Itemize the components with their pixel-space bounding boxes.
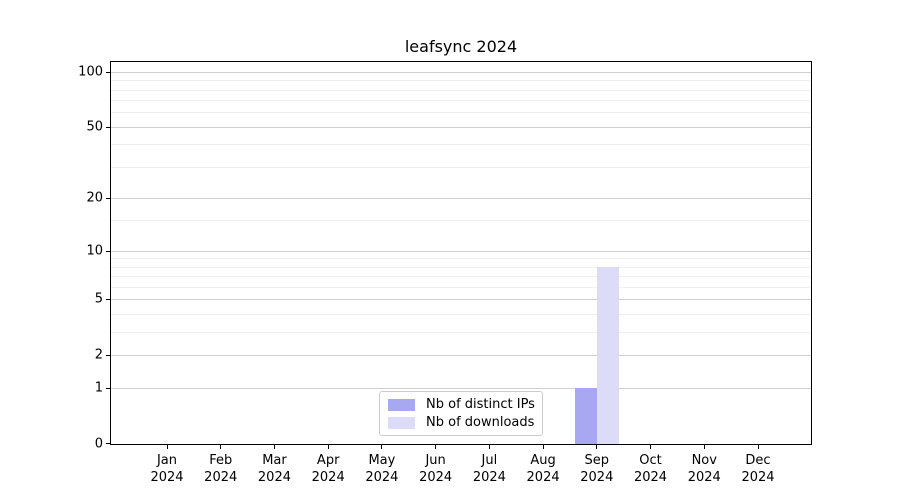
y-tick (106, 251, 110, 252)
legend-item-distinct-ips: Nb of distinct IPs (388, 397, 534, 412)
x-tick-label: Jul2024 (461, 452, 517, 486)
chart: leafsync 2024 0 1 2 5 10 20 50 100 Jan2024Feb20… (0, 0, 900, 500)
y-tick (106, 443, 110, 444)
bar-nb-of-downloads-sep (597, 267, 619, 444)
gridline-minor (111, 112, 811, 113)
gridline-minor (111, 100, 811, 101)
legend: Nb of distinct IPs Nb of downloads (379, 391, 543, 436)
y-tick-label: 50 (0, 120, 103, 133)
x-tick-label: Jun2024 (408, 452, 464, 486)
y-tick (106, 127, 110, 128)
y-tick-label: 20 (0, 192, 103, 205)
y-tick (106, 72, 110, 73)
bar-nb-of-distinct-ips-sep (575, 388, 597, 444)
x-axis-labels: Jan2024Feb2024Mar2024Apr2024May2024Jun20… (111, 452, 811, 492)
x-tick (489, 445, 490, 449)
x-tick (328, 445, 329, 449)
legend-label-downloads: Nb of downloads (426, 415, 534, 430)
x-tick (435, 445, 436, 449)
x-tick (381, 445, 382, 449)
x-tick-label: Jan2024 (139, 452, 195, 486)
y-tick (106, 388, 110, 389)
x-tick (596, 445, 597, 449)
x-tick (758, 445, 759, 449)
gridline-major (111, 72, 811, 73)
x-tick-label: Apr2024 (300, 452, 356, 486)
x-tick (704, 445, 705, 449)
gridline-minor (111, 90, 811, 91)
gridline-minor (111, 167, 811, 168)
gridline-minor (111, 287, 811, 288)
y-axis-labels: 0125102050100 (0, 62, 103, 444)
gridline-minor (111, 258, 811, 259)
plot-area (110, 61, 812, 445)
y-tick-label: 100 (0, 65, 103, 78)
x-tick (167, 445, 168, 449)
x-tick (650, 445, 651, 449)
gridline-major (111, 251, 811, 252)
x-tick (220, 445, 221, 449)
gridline-minor (111, 144, 811, 145)
y-tick-label: 1 (0, 382, 103, 395)
x-tick-label: Feb2024 (193, 452, 249, 486)
gridline-major (111, 127, 811, 128)
chart-title: leafsync 2024 (110, 37, 812, 56)
x-tick-label: Dec2024 (730, 452, 786, 486)
x-tick-label: Oct2024 (623, 452, 679, 486)
gridline-major (111, 198, 811, 199)
legend-swatch-distinct-ips (388, 399, 415, 411)
y-tick-label: 10 (0, 244, 103, 257)
legend-label-distinct-ips: Nb of distinct IPs (426, 397, 535, 412)
gridline-minor (111, 80, 811, 81)
y-tick (106, 355, 110, 356)
y-tick (106, 299, 110, 300)
x-tick (274, 445, 275, 449)
gridline-minor (111, 332, 811, 333)
y-tick-label: 2 (0, 349, 103, 362)
x-tick-label: Sep2024 (569, 452, 625, 486)
x-tick-label: Mar2024 (246, 452, 302, 486)
y-tick-label: 0 (0, 438, 103, 451)
gridline-major (111, 299, 811, 300)
gridline-major (111, 388, 811, 389)
legend-item-downloads: Nb of downloads (388, 415, 534, 430)
x-tick-label: Nov2024 (676, 452, 732, 486)
gridline-minor (111, 267, 811, 268)
gridline-minor (111, 314, 811, 315)
y-tick-label: 5 (0, 293, 103, 306)
y-tick (106, 198, 110, 199)
gridline-minor (111, 276, 811, 277)
legend-swatch-downloads (388, 417, 415, 429)
x-tick (543, 445, 544, 449)
x-tick-label: Aug2024 (515, 452, 571, 486)
x-tick-label: May2024 (354, 452, 410, 486)
gridline-minor (111, 220, 811, 221)
gridline-major (111, 355, 811, 356)
